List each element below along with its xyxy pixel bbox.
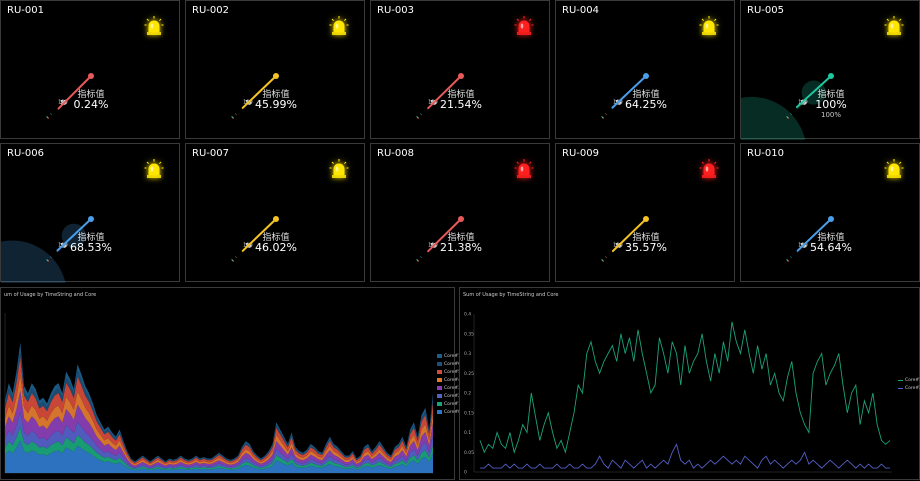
- gauge-tile[interactable]: RU-0040255075100指标值64.25%: [555, 0, 735, 139]
- legend-item[interactable]: Core#1: [898, 376, 920, 384]
- gauge-tile[interactable]: RU-0070255075100指标值46.02%: [185, 143, 365, 282]
- gauge-tile[interactable]: RU-0010255075100指标值0.24%: [0, 0, 180, 139]
- alarm-light-icon: [884, 16, 904, 35]
- area-legend: Core#1 Core#6 Core#5 Core#4 Core#3 Core#2 Core…: [437, 352, 461, 416]
- y-tick-label: 0.3: [464, 351, 471, 357]
- line-chart-panel[interactable]: Sum of Usage by TimeString and Core 0.4 0…: [459, 287, 920, 480]
- alarm-light-icon: [144, 159, 164, 178]
- line-legend: Core#1Core#2: [898, 376, 920, 392]
- y-tick-label: 0.25: [464, 371, 474, 377]
- line-series: [480, 443, 890, 469]
- stacked-area-panel[interactable]: um of Usage by TimeString and Core Core#…: [0, 287, 461, 480]
- alarm-light-icon: [514, 159, 534, 178]
- gauge-tile[interactable]: RU-0030255075100指标值21.54%: [370, 0, 550, 139]
- y-tick-label: 0.4: [464, 312, 471, 318]
- alarm-light-icon: [144, 16, 164, 35]
- gauge-value: 100%: [815, 98, 847, 111]
- alarm-light-icon: [699, 159, 719, 178]
- legend-item[interactable]: Core#4: [437, 376, 461, 384]
- legend-item[interactable]: Core#1: [437, 352, 461, 360]
- gauge-value: 21.38%: [440, 241, 482, 254]
- y-tick-label: 0.15: [464, 410, 474, 416]
- alarm-light-icon: [884, 159, 904, 178]
- gauge-value: 54.64%: [810, 241, 852, 254]
- alarm-light-icon: [699, 16, 719, 35]
- gauge-tile[interactable]: RU-0100255075100指标值54.64%: [740, 143, 920, 282]
- gauge-value: 64.25%: [625, 98, 667, 111]
- y-tick-label: 0.05: [464, 450, 474, 456]
- alarm-light-icon: [514, 16, 534, 35]
- gauge-value: 0.24%: [73, 98, 109, 111]
- legend-item[interactable]: Core#2: [898, 384, 920, 392]
- line-series: [479, 321, 891, 454]
- legend-item[interactable]: Core#0: [437, 408, 461, 416]
- gauge-tile[interactable]: RU-0050255075100指标值100%100%: [740, 0, 920, 140]
- gauge-value: 35.57%: [625, 241, 667, 254]
- line-chart: 0.4 0.35 0.3 0.25 0.2 0.15 0.1 0.05 0: [464, 312, 892, 476]
- y-tick-label: 0.1: [464, 430, 471, 436]
- alarm-light-icon: [329, 159, 349, 178]
- y-tick-label: 0: [464, 470, 467, 476]
- y-tick-label: 0.35: [464, 331, 474, 337]
- legend-item[interactable]: Core#2: [437, 392, 461, 400]
- gauge-value: 21.54%: [440, 98, 482, 111]
- legend-item[interactable]: Core#1: [437, 400, 461, 408]
- legend-item[interactable]: Core#5: [437, 368, 461, 376]
- gauge-value: 68.53%: [70, 241, 112, 254]
- gauge-value: 46.02%: [255, 241, 297, 254]
- legend-item[interactable]: Core#3: [437, 384, 461, 392]
- gauge-tile[interactable]: RU-0020255075100指标值45.99%: [185, 0, 365, 139]
- alarm-light-icon: [329, 16, 349, 35]
- gauge-tile[interactable]: RU-0090255075100指标值35.57%: [555, 143, 735, 282]
- gauge-value: 45.99%: [255, 98, 297, 111]
- gauge-grid: RU-0010255075100指标值0.24%RU-0020255075100…: [0, 0, 920, 288]
- y-tick-label: 0.2: [464, 391, 471, 397]
- legend-item[interactable]: Core#6: [437, 360, 461, 368]
- gauge-tile[interactable]: RU-0060255075100指标值68.53%: [0, 143, 180, 283]
- gauge-subvalue: 100%: [820, 111, 841, 119]
- stacked-area-chart: [4, 313, 433, 474]
- gauge-tile[interactable]: RU-0080255075100指标值21.38%: [370, 143, 550, 282]
